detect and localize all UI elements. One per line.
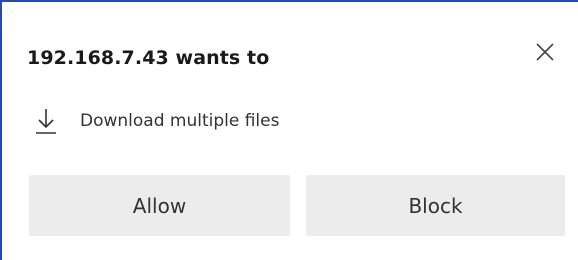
close-icon [536, 43, 554, 61]
permission-prompt: 192.168.7.43 wants to Download multiple … [2, 2, 578, 260]
prompt-title: 192.168.7.43 wants to [27, 47, 270, 69]
download-icon [36, 109, 56, 134]
permission-prompt-window: 192.168.7.43 wants to Download multiple … [0, 0, 578, 260]
permission-request-item: Download multiple files [34, 107, 279, 135]
allow-button[interactable]: Allow [29, 175, 290, 236]
block-button[interactable]: Block [306, 175, 565, 236]
permission-request-label: Download multiple files [80, 111, 280, 131]
close-button[interactable] [531, 38, 559, 66]
